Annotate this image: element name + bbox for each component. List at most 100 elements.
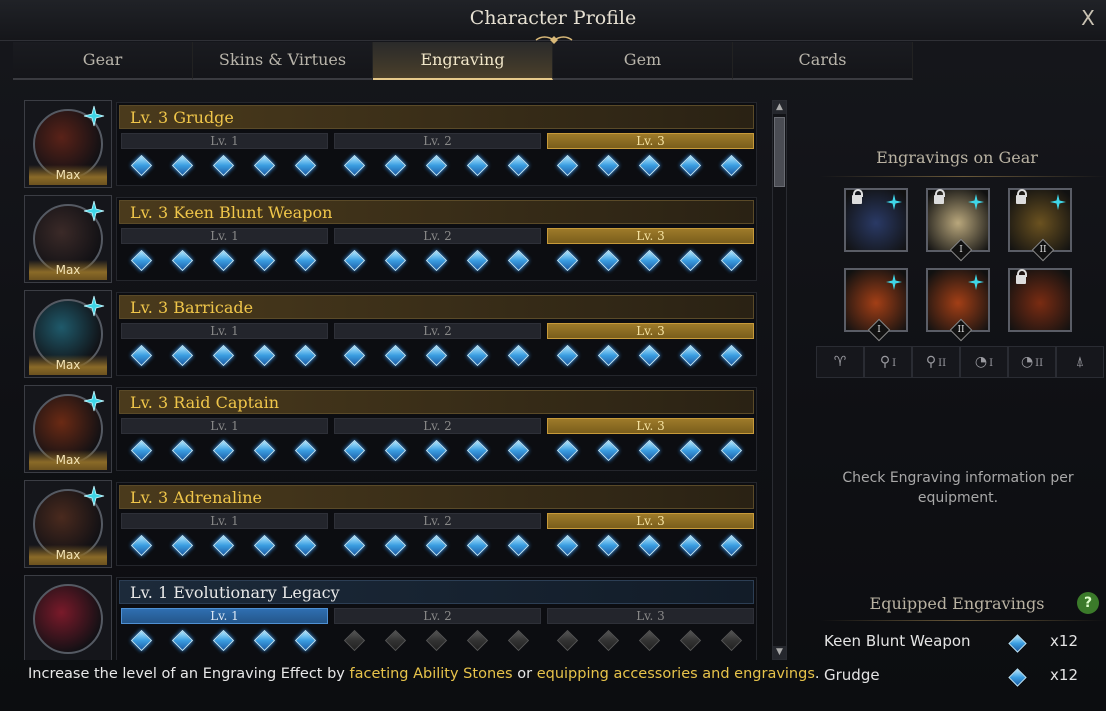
hint-suffix: . [814,666,820,682]
ring-slot-icon[interactable]: ◔ II [1008,346,1056,378]
filled-node-icon [212,534,235,556]
filled-node-icon [597,439,620,461]
engraving-row[interactable]: Max Lv. 3 Raid Captain Lv. 1 Lv. 2 Lv. 3 [24,385,759,473]
equipping-accessories-link[interactable]: equipping accessories and engravings [537,666,815,682]
necklace-icon[interactable] [844,188,908,252]
engraving-body: Lv. 3 Barricade Lv. 1 Lv. 2 Lv. 3 [116,292,757,376]
filled-node-icon [507,534,530,556]
filled-node-icon [294,534,317,556]
level-label: Lv. 3 [547,608,754,624]
filled-node-icon [253,439,276,461]
filled-node-icon [130,439,153,461]
ability-stone-slot-icon[interactable]: ⍋ [1056,346,1104,378]
filled-node-icon [294,154,317,176]
filled-node-icon [294,344,317,366]
engraving-icon-frame[interactable]: Max [24,480,112,568]
filled-node-icon [384,534,407,556]
engraving-list[interactable]: Max Lv. 3 Grudge Lv. 1 Lv. 2 Lv. 3 Max Lv. 3 K… [24,100,759,660]
filled-node-icon [466,154,489,176]
engraving-name: Lv. 3 Keen Blunt Weapon [119,200,754,224]
level-label: Lv. 1 [121,323,328,339]
ring-slot-icon[interactable]: ◔ I [960,346,1008,378]
tab-cards[interactable]: Cards [733,42,913,80]
filled-node-icon [171,439,194,461]
ring-icon[interactable]: I [844,268,908,342]
slot-glyph: ◔ [974,354,988,370]
node-group [121,533,326,557]
earring-icon[interactable]: II [1008,188,1072,262]
empty-node-icon [384,629,407,651]
slot-number: II [957,325,965,335]
filled-node-icon [466,249,489,271]
earring-icon[interactable]: I [926,188,990,262]
earring-slot-icon[interactable]: ⚲ I [864,346,912,378]
engraving-icon-frame[interactable]: Max [24,100,112,188]
filled-node-icon [720,249,743,271]
earring-slot-icon[interactable]: ⚲ II [912,346,960,378]
node-group [547,153,752,177]
max-badge: Max [29,260,107,280]
empty-node-icon [720,629,743,651]
filled-node-icon [294,249,317,271]
filled-node-icon [130,249,153,271]
filled-node-icon [171,534,194,556]
character-profile-window: Character Profile X Gear Skins & Virtues… [0,0,1106,711]
engraving-row[interactable]: Lv. 1 Evolutionary Legacy Lv. 1 Lv. 2 Lv. 3 [24,575,759,660]
tab-gear[interactable]: Gear [13,42,193,80]
slot-glyph: ⚲ [925,354,937,370]
tab-engraving[interactable]: Engraving [373,42,553,80]
node-group [547,248,752,272]
node-group [121,248,326,272]
tab-gem[interactable]: Gem [553,42,733,80]
filled-node-icon [212,344,235,366]
filled-node-icon [171,629,194,651]
engraving-row[interactable]: Max Lv. 3 Adrenaline Lv. 1 Lv. 2 Lv. 3 [24,480,759,568]
engraving-body: Lv. 3 Keen Blunt Weapon Lv. 1 Lv. 2 Lv. 3 [116,197,757,281]
engraving-icon-frame[interactable]: Max [24,385,112,473]
filled-node-icon [638,154,661,176]
filled-node-icon [556,439,579,461]
filled-node-icon [720,154,743,176]
engraving-icon-frame[interactable]: Max [24,290,112,378]
engraving-row[interactable]: Max Lv. 3 Barricade Lv. 1 Lv. 2 Lv. 3 [24,290,759,378]
node-group [121,343,326,367]
node-group [121,153,326,177]
engraving-icon-frame[interactable]: Max [24,195,112,283]
slot-glyph: ⚲ [879,354,891,370]
ability-stone-icon[interactable] [1008,268,1072,332]
gem-socket-icon [83,200,105,222]
engraving-name: Lv. 3 Raid Captain [119,390,754,414]
engraving-icon-frame[interactable] [24,575,112,660]
scroll-thumb[interactable] [774,117,785,187]
filled-node-icon [720,534,743,556]
filled-node-icon [638,439,661,461]
node-group [334,533,539,557]
faceting-ability-stones-link[interactable]: faceting Ability Stones [350,666,513,682]
filled-node-icon [343,249,366,271]
hint-text: Increase the level of an Engraving Effec… [28,666,820,682]
filled-node-icon [466,534,489,556]
scrollbar[interactable]: ▲ ▼ [772,100,787,660]
help-icon[interactable]: ? [1077,592,1099,614]
node-group [334,343,539,367]
necklace-slot-icon[interactable]: ♈ [816,346,864,378]
scroll-down-icon[interactable]: ▼ [773,646,786,659]
ring-icon[interactable]: II [926,268,990,342]
engraving-name: Lv. 3 Grudge [119,105,754,129]
level-label: Lv. 1 [121,513,328,529]
engraving-row[interactable]: Max Lv. 3 Keen Blunt Weapon Lv. 1 Lv. 2 Lv. … [24,195,759,283]
close-icon[interactable]: X [1078,6,1098,30]
info-text: Check Engraving information per equipmen… [842,470,1074,506]
tab-skins-virtues[interactable]: Skins & Virtues [193,42,373,80]
equipped-engraving-count: x12 [1050,666,1078,684]
slot-roman: II [938,358,947,369]
equipped-engraving-row: Keen Blunt Weapon x12 [824,632,1094,654]
engraving-row[interactable]: Max Lv. 3 Grudge Lv. 1 Lv. 2 Lv. 3 [24,100,759,188]
gem-socket-icon [968,274,984,290]
engraving-body: Lv. 3 Adrenaline Lv. 1 Lv. 2 Lv. 3 [116,482,757,566]
filled-node-icon [597,344,620,366]
divider [820,176,1106,177]
scroll-up-icon[interactable]: ▲ [773,101,786,114]
filled-node-icon [679,439,702,461]
slot-number-badge: I [949,238,973,262]
